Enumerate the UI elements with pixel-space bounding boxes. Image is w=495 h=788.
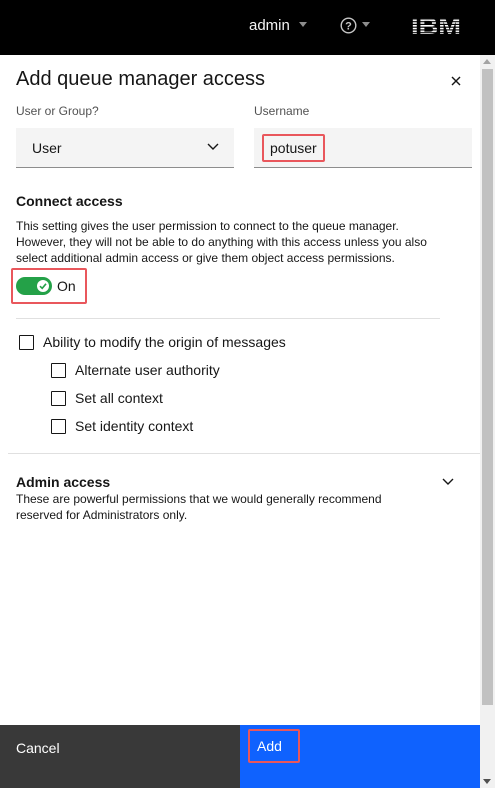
- checkbox-modify-origin[interactable]: Ability to modify the origin of messages: [19, 333, 286, 351]
- checkbox-label: Set all context: [75, 390, 163, 406]
- svg-text:?: ?: [345, 21, 352, 33]
- section-divider: [16, 318, 440, 319]
- scroll-down-arrow-icon[interactable]: [483, 779, 491, 784]
- svg-text:IBM: IBM: [411, 14, 461, 36]
- checkbox-label: Ability to modify the origin of messages: [43, 334, 286, 350]
- connect-access-toggle-group: On: [11, 268, 87, 304]
- username-value: potuser: [262, 134, 325, 162]
- username-label: Username: [254, 104, 310, 118]
- close-icon[interactable]: [445, 70, 467, 92]
- ibm-logo: IBM: [411, 14, 461, 36]
- user-menu[interactable]: admin: [249, 17, 290, 34]
- scroll-up-arrow-icon[interactable]: [483, 59, 491, 64]
- section-divider: [8, 453, 480, 454]
- connect-access-toggle[interactable]: [16, 277, 52, 295]
- panel-title: Add queue manager access: [16, 68, 266, 90]
- username-input[interactable]: potuser: [254, 128, 472, 168]
- top-bar: admin ? IBM: [0, 0, 495, 55]
- checkbox-label: Set identity context: [75, 418, 194, 434]
- checkbox-set-all-context[interactable]: Set all context: [51, 389, 163, 407]
- scrollbar-thumb[interactable]: [482, 69, 493, 705]
- chevron-down-icon: [207, 143, 219, 150]
- help-menu-chevron-down-icon[interactable]: [362, 22, 370, 27]
- connect-access-heading: Connect access: [16, 193, 123, 209]
- checkbox[interactable]: [51, 362, 66, 378]
- admin-access-heading[interactable]: Admin access: [16, 474, 110, 490]
- chevron-down-icon[interactable]: [441, 477, 455, 487]
- checkbox[interactable]: [51, 418, 66, 434]
- connect-access-description: This setting gives the user permission t…: [16, 219, 427, 265]
- toggle-knob: [37, 280, 49, 292]
- checkbox[interactable]: [51, 390, 66, 406]
- add-button-label: Add: [257, 738, 282, 754]
- checkbox-alternate-user-authority[interactable]: Alternate user authority: [51, 361, 220, 379]
- vertical-scrollbar[interactable]: [480, 55, 495, 788]
- question-circle-icon[interactable]: ?: [340, 17, 357, 34]
- user-or-group-select[interactable]: User: [16, 128, 234, 168]
- cancel-button-label: Cancel: [16, 740, 60, 756]
- user-or-group-label: User or Group?: [16, 104, 99, 118]
- add-button[interactable]: Add: [240, 725, 480, 788]
- user-or-group-value: User: [32, 140, 62, 156]
- add-button-highlight: Add: [248, 729, 300, 763]
- checkbox-label: Alternate user authority: [75, 362, 220, 378]
- admin-access-description: These are powerful permissions that we w…: [16, 492, 382, 522]
- checkmark-icon: [39, 283, 47, 290]
- cancel-button[interactable]: Cancel: [0, 725, 240, 788]
- checkbox[interactable]: [19, 334, 34, 350]
- user-menu-chevron-down-icon[interactable]: [299, 22, 307, 27]
- toggle-state-label: On: [57, 278, 76, 294]
- checkbox-set-identity-context[interactable]: Set identity context: [51, 417, 193, 435]
